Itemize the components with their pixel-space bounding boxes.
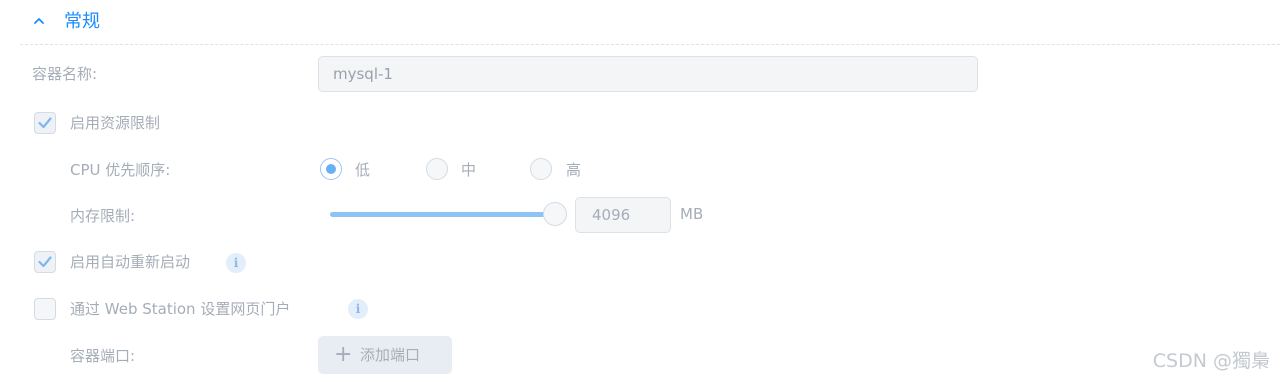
memory-limit-label: 内存限制: <box>70 207 136 225</box>
cpu-priority-low-radio[interactable] <box>320 158 342 180</box>
auto-restart-label: 启用自动重新启动 <box>70 253 191 271</box>
add-port-button-label: 添加端口 <box>360 346 421 364</box>
cpu-priority-high-radio[interactable] <box>530 158 552 180</box>
section-header-general[interactable]: 常规 <box>20 0 1280 45</box>
plus-icon: + <box>334 342 353 367</box>
auto-restart-checkbox[interactable] <box>34 251 56 273</box>
cpu-priority-high-label: 高 <box>566 161 582 179</box>
watermark: CSDN @獨梟 <box>1152 350 1270 372</box>
container-name-input[interactable]: mysql-1 <box>318 56 978 92</box>
resource-limit-checkbox[interactable] <box>34 112 56 134</box>
cpu-priority-low-label: 低 <box>355 161 371 179</box>
memory-unit-label: MB <box>680 205 704 223</box>
chevron-up-icon[interactable] <box>34 17 44 24</box>
checkmark-icon <box>38 117 52 129</box>
resource-limit-label: 启用资源限制 <box>70 114 161 132</box>
memory-value-input[interactable]: 4096 <box>575 197 671 233</box>
web-station-label: 通过 Web Station 设置网页门户 <box>70 300 291 318</box>
cpu-priority-medium-label: 中 <box>461 161 477 179</box>
info-icon[interactable]: i <box>348 299 368 319</box>
cpu-priority-label: CPU 优先顺序: <box>70 161 171 179</box>
container-port-label: 容器端口: <box>70 347 136 365</box>
web-station-checkbox[interactable] <box>34 298 56 320</box>
memory-slider-track[interactable] <box>330 212 556 217</box>
radio-selected-dot <box>326 164 336 174</box>
container-name-label: 容器名称: <box>32 65 98 83</box>
checkmark-icon <box>38 256 52 268</box>
cpu-priority-medium-radio[interactable] <box>426 158 448 180</box>
general-settings-panel: 常规 容器名称: mysql-1 启用资源限制 CPU 优先顺序: 低 中 高 … <box>0 0 1280 382</box>
memory-slider-handle[interactable] <box>543 202 567 226</box>
add-port-button[interactable]: + 添加端口 <box>318 336 452 374</box>
info-icon[interactable]: i <box>226 253 246 273</box>
section-title: 常规 <box>64 11 100 32</box>
